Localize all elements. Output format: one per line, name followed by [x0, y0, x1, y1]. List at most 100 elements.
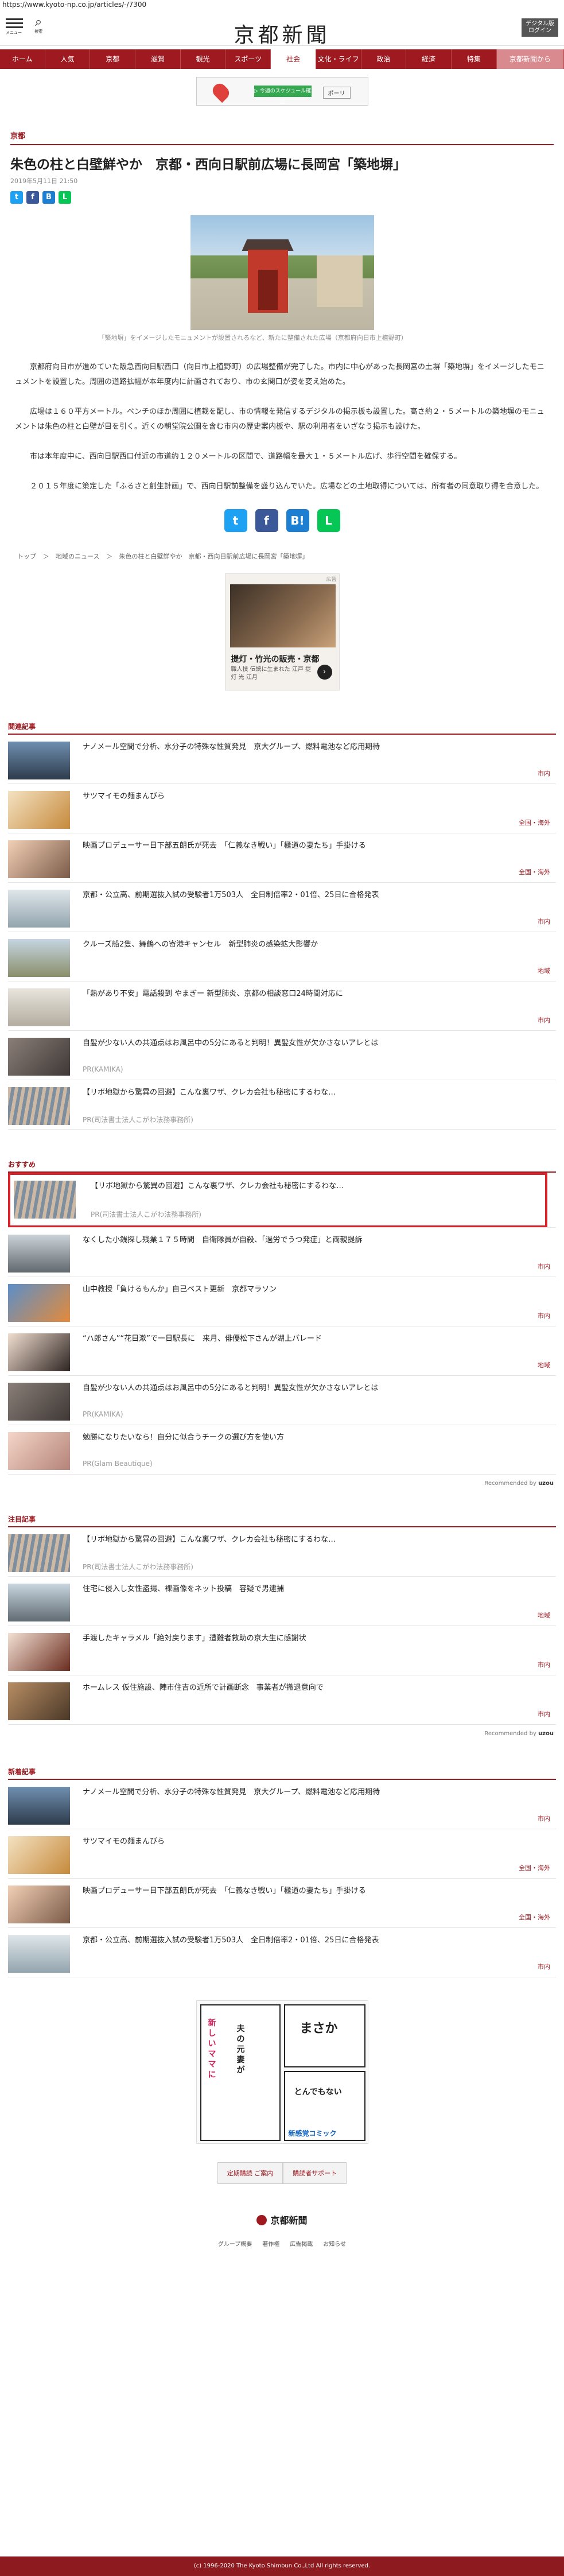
nav-item-tourism[interactable]: 観光: [181, 49, 226, 69]
section-label: おすすめ: [8, 1161, 36, 1169]
list-item[interactable]: 手渡したキャラメル「絶対戻ります」遭難者救助の京大生に感謝状 市内: [8, 1626, 556, 1675]
digital-login-button[interactable]: デジタル版 ログイン: [522, 18, 558, 37]
list-item[interactable]: ホームレス 仮住施設、陣市住吉の近所で計画断念 事業者が撤退意向で 市内: [8, 1675, 556, 1725]
nav-item-popular[interactable]: 人気: [45, 49, 91, 69]
share-buttons-bottom: t f B! L: [0, 509, 564, 532]
article-date: 2019年5月11日 21:50: [10, 177, 78, 185]
footer-link[interactable]: 著作権: [262, 2239, 279, 2248]
main-nav: ホーム 人気 京都 滋賀 観光 スポーツ 社会 文化・ライフ 政治 経済 特集 …: [0, 49, 564, 69]
footer-link[interactable]: グループ概要: [218, 2239, 252, 2248]
top-banner-ad[interactable]: ▷ 今週のスケジュール確認 ポーリ: [196, 77, 368, 106]
list-item[interactable]: 住宅に侵入し女性盗撮、裸画像をネット投稿 容疑で男逮捕 地域: [8, 1577, 556, 1626]
list-item[interactable]: 京都・公立高、前期選抜入試の受験者1万503人 全日制倍率2・01倍、25日に合…: [8, 1928, 556, 1977]
list-item[interactable]: 京都・公立高、前期選抜入試の受験者1万503人 全日制倍率2・01倍、25日に合…: [8, 883, 556, 932]
list-item[interactable]: サツマイモの麺まんびら 全国・海外: [8, 784, 556, 833]
chevron-right-icon[interactable]: ›: [317, 665, 332, 680]
latest-section: 新着記事 ナノメール空間で分析、水分子の特殊な性質発見 京大グループ、燃料電池な…: [0, 1767, 564, 1977]
hatena-icon[interactable]: B!: [286, 509, 309, 532]
recommended-by: Recommended by uzou: [484, 1480, 554, 1487]
ad-title: 提灯・竹光の販売・京都: [231, 655, 320, 664]
breadcrumb-top[interactable]: トップ: [17, 553, 36, 560]
article-photo: [190, 215, 374, 330]
article-paragraph: ２０１５年度に策定した「ふるさと創生計画」で、西向日駅前整備を盛り込んでいた。広…: [30, 482, 544, 491]
hatena-icon[interactable]: B: [42, 191, 55, 204]
recommended-section: おすすめ 【リボ地獄から驚異の回避】こんな裏ワザ、クレカ会社も秘密にするわな… P…: [0, 1159, 564, 1487]
footer-logo[interactable]: 京都新聞: [0, 2213, 564, 2226]
breadcrumb-current: 朱色の柱と白壁鮮やか 京都・西向日駅前広場に長岡宮「築地塀」: [119, 553, 309, 560]
nav-item-home[interactable]: ホーム: [0, 49, 45, 69]
nav-item-politics[interactable]: 政治: [361, 49, 407, 69]
reader-support-button[interactable]: 購読者サポート: [283, 2162, 347, 2184]
list-item[interactable]: 映画プロデューサー日下部五朗氏が死去 「仁義なき戦い」「極道の妻たち」手掛ける全…: [8, 1879, 556, 1928]
map-pin-icon: [209, 80, 232, 103]
breadcrumb: トップ ＞ 地域のニュース ＞ 朱色の柱と白壁鮮やか 京都・西向日駅前広場に長岡…: [17, 552, 547, 561]
article-category: 京都: [10, 132, 26, 141]
list-item[interactable]: 「熱があり不安」電話殺到 やまぎー 新型肺炎、京都の相談窓口24時間対応に 市内: [8, 981, 556, 1031]
ad-label: 広告: [326, 577, 337, 583]
list-item[interactable]: 【リボ地獄から驚異の回避】こんな裏ワザ、クレカ会社も秘密にするわな… PR(司法書…: [8, 1527, 556, 1577]
facebook-icon[interactable]: f: [26, 191, 39, 204]
nav-item-from-kyoto[interactable]: 京都新聞から: [496, 49, 564, 69]
list-item[interactable]: クルーズ船2隻、舞鶴への寄港キャンセル 新型肺炎の感染拡大影響か 地域: [8, 932, 556, 981]
rectangle-ad[interactable]: 広告 提灯・竹光の販売・京都 職人技 伝統に生まれた 江戸 提灯 光 江月 ›: [224, 573, 340, 690]
address-bar[interactable]: https://www.kyoto-np.co.jp/articles/-/73…: [0, 0, 564, 10]
footer-link[interactable]: 広告掲載: [290, 2239, 313, 2248]
twitter-icon[interactable]: t: [10, 191, 23, 204]
list-item[interactable]: なくした小銭探し残業１７５時間 自衛隊員が自殺、「過労でうつ発症」と両親提訴 市内: [8, 1228, 556, 1277]
list-item[interactable]: 【リボ地獄から驚異の回避】こんな裏ワザ、クレカ会社も秘密にするわな… PR(司法書…: [8, 1080, 556, 1130]
photo-caption: 「築地塀」をイメージしたモニュメントが設置されるなど、新たに整備された広場（京都…: [98, 334, 407, 342]
manga-text: 新しいママに: [208, 2019, 216, 2080]
list-item[interactable]: 自髪が少ない人の共通点はお風呂中の5分にあると判明！異髪女性が欠かさないアレとは…: [8, 1031, 556, 1080]
footer-buttons: 定期購読 ご案内 購読者サポート: [0, 2162, 564, 2184]
ad-pill: ポーリ: [322, 87, 351, 99]
facebook-icon[interactable]: f: [255, 509, 278, 532]
site-header: メニュー ⌕ 検索 京都新聞 デジタル版 ログイン: [0, 10, 564, 48]
manga-text: とんでもない: [294, 2088, 342, 2097]
list-item[interactable]: 勉勝になりたいなら！自分に似合うチークの選び方を使い方 PR(Glam Beaut…: [8, 1425, 556, 1475]
breadcrumb-sep: ＞: [106, 553, 112, 560]
list-item[interactable]: ナノメール空間で分析、水分子の特殊な性質発見 京大グループ、燃料電池など応用期待…: [8, 735, 556, 784]
related-section: 関連記事 ナノメール空間で分析、水分子の特殊な性質発見 京大グループ、燃料電池な…: [0, 721, 564, 1130]
section-label: 新着記事: [8, 1768, 36, 1776]
ad-green-button: ▷ 今週のスケジュール確認: [254, 86, 312, 106]
nav-item-society[interactable]: 社会: [271, 49, 316, 69]
copyright: (c) 1996-2020 The Kyoto Shimbun Co.,Ltd …: [0, 2556, 564, 2576]
logo-mark-icon: [256, 2215, 267, 2225]
list-item[interactable]: ナノメール空間で分析、水分子の特殊な性質発見 京大グループ、燃料電池など応用期待…: [8, 1780, 556, 1829]
section-label: 関連記事: [8, 723, 36, 731]
list-item-highlighted[interactable]: 【リボ地獄から驚異の回避】こんな裏ワザ、クレカ会社も秘密にするわな… PR(司法書…: [8, 1173, 556, 1228]
article-title: 朱色の柱と白壁鮮やか 京都・西向日駅前広場に長岡宮「築地塀」: [10, 157, 406, 172]
footer-link[interactable]: お知らせ: [323, 2239, 346, 2248]
site-logo[interactable]: 京都新聞: [0, 18, 564, 48]
nav-item-features[interactable]: 特集: [452, 49, 497, 69]
attention-section: 注目記事 【リボ地獄から驚異の回避】こんな裏ワザ、クレカ会社も秘密にするわな… P…: [0, 1514, 564, 1737]
list-item[interactable]: 映画プロデューサー日下部五朗氏が死去 「仁義なき戦い」「極道の妻たち」手掛ける全…: [8, 833, 556, 883]
nav-item-sports[interactable]: スポーツ: [225, 49, 271, 69]
breadcrumb-sep: ＞: [42, 553, 49, 560]
nav-item-culture[interactable]: 文化・ライフ: [316, 49, 361, 69]
breadcrumb-local[interactable]: 地域のニュース: [56, 553, 99, 560]
footer-links: グループ概要 著作権 広告掲載 お知らせ: [0, 2239, 564, 2248]
recommended-by: Recommended by uzou: [484, 1731, 554, 1737]
list-item[interactable]: 自髪が少ない人の共通点はお風呂中の5分にあると判明！異髪女性が欠かさないアレとは…: [8, 1376, 556, 1425]
divider: [10, 144, 554, 145]
subscription-button[interactable]: 定期購読 ご案内: [217, 2162, 283, 2184]
article-paragraph: 市は本年度中に、西向日駅西口付近の市道約１２０メートルの区間で、道路幅を最大１・…: [30, 452, 462, 461]
share-buttons-top: t f B L: [10, 191, 554, 204]
nav-item-shiga[interactable]: 滋賀: [135, 49, 181, 69]
manga-ad-bottom: 新感覚コミック: [288, 2129, 337, 2137]
list-item[interactable]: サツマイモの麺まんびら 全国・海外: [8, 1829, 556, 1879]
line-icon[interactable]: L: [59, 191, 71, 204]
list-item[interactable]: “ハ郎さん”“花目漱”で一日駅長に 来月、俳優松下さんが湖上パレード 地域: [8, 1326, 556, 1376]
nav-item-economy[interactable]: 経済: [406, 49, 452, 69]
line-icon[interactable]: L: [317, 509, 340, 532]
twitter-icon[interactable]: t: [224, 509, 247, 532]
nav-item-kyoto[interactable]: 京都: [90, 49, 136, 69]
section-label: 注目記事: [8, 1515, 36, 1523]
manga-ad[interactable]: 新しいママに 夫の元妻が まさか とんでもない 新感覚コミック: [196, 2000, 368, 2144]
ad-image: [230, 584, 336, 647]
manga-text: 夫の元妻が: [236, 2024, 245, 2075]
list-item[interactable]: 山中教授「負けるもんか」自己ベスト更新 京都マラソン 市内: [8, 1277, 556, 1326]
article-body: 京都府向日市が進めていた阪急西向日駅西口（向日市上植野町）の広場整備が完了した。…: [15, 360, 549, 494]
manga-text: まさか: [299, 2022, 338, 2036]
